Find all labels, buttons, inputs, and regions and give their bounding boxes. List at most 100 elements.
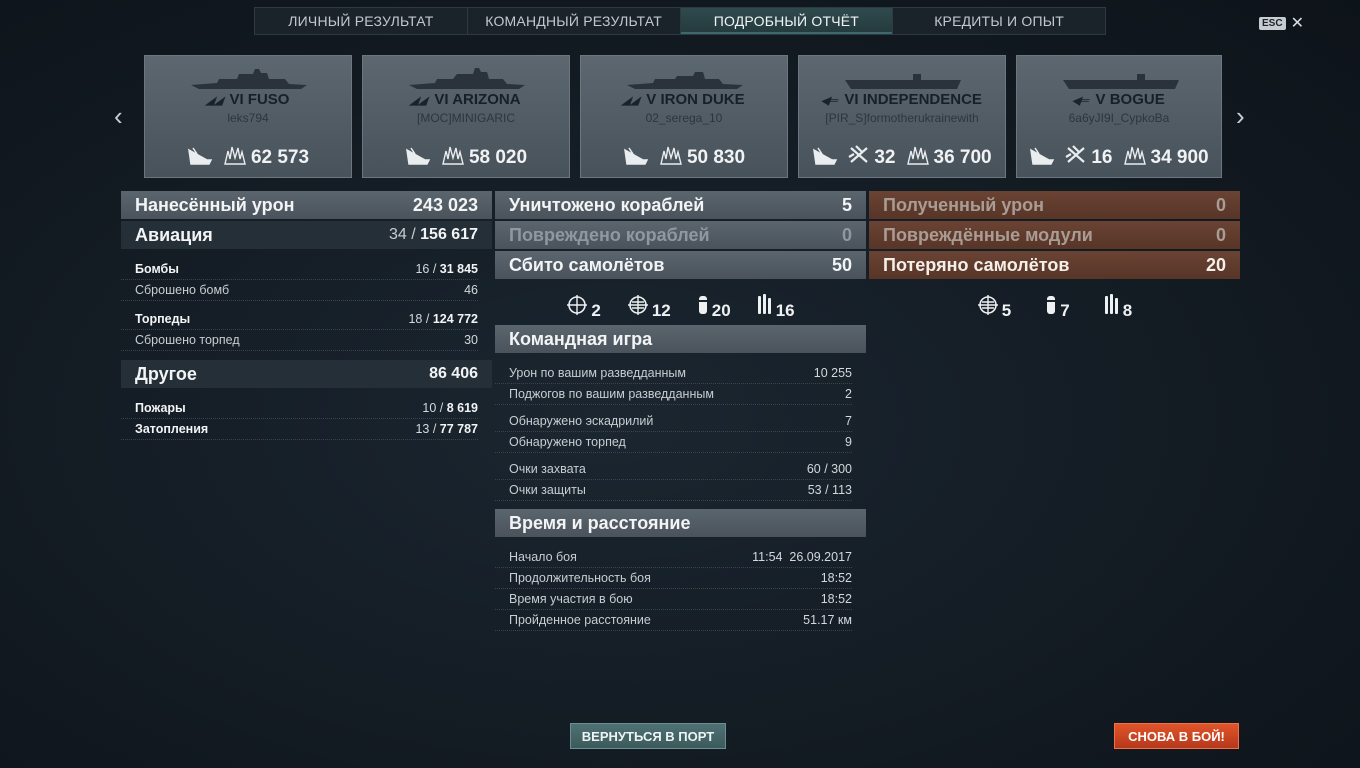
battle-duration-value: 18:52 xyxy=(820,571,852,585)
team-play-header: Командная игра xyxy=(495,325,866,353)
ship-destroyed-icon xyxy=(623,146,649,171)
bombs-hits: 16 xyxy=(415,262,430,276)
dive-bomber-icon xyxy=(697,294,709,321)
ship-card[interactable]: ◢◢ VI ARIZONA [MOC]MINIGARIC 58 020 xyxy=(362,55,570,178)
ship-damage: 34 900 xyxy=(1150,147,1209,168)
ship-tier: V xyxy=(646,91,657,108)
bombs-dropped-label: Сброшено бомб xyxy=(135,283,230,297)
time-distance-title: Время и расстояние xyxy=(509,512,691,533)
tab-personal-result[interactable]: ЛИЧНЫЙ РЕЗУЛЬТАТ xyxy=(255,8,468,34)
torpedoes-dropped-label: Сброшено торпед xyxy=(135,333,240,347)
damage-received-row: Полученный урон 0 xyxy=(869,191,1240,219)
plane-shot-down-icon xyxy=(1065,145,1087,171)
player-name: [PIR_S]formotherukrainewith xyxy=(825,111,979,125)
ship-name: BOGUE xyxy=(1109,91,1165,108)
torpedoes-damage: 124 772 xyxy=(432,312,478,326)
ships-destroyed-value: 5 xyxy=(841,194,852,215)
ship-damage: 50 830 xyxy=(686,147,746,168)
carrier-class-icon: ◀═ xyxy=(1070,95,1092,107)
fires-count: 10 xyxy=(422,401,437,415)
aviation-damage: 156 617 xyxy=(420,226,478,243)
battleship-silhouette-icon xyxy=(191,69,307,89)
ships-damaged-value: 0 xyxy=(841,224,852,245)
squadrons-spotted-label: Обнаружено эскадрилий xyxy=(509,414,654,428)
prev-arrow-icon[interactable]: ‹ xyxy=(114,101,123,132)
close-icon: ✕ xyxy=(1290,15,1304,32)
bombs-dropped-value: 46 xyxy=(464,283,478,297)
close-button[interactable]: ESC ✕ xyxy=(1259,13,1304,33)
battleship-class-icon: ◢◢ xyxy=(409,95,431,107)
damage-received-panel: Полученный урон 0 Повреждённые модули 0 … xyxy=(869,191,1240,321)
time-in-battle-value: 18:52 xyxy=(820,592,852,606)
fighter-icon xyxy=(566,294,588,321)
capture-points-value: 60 / 300 xyxy=(806,462,852,476)
damage-icon xyxy=(906,145,930,171)
torpedoes-spotted-value: 9 xyxy=(845,435,852,449)
torpedo-bomber-icon xyxy=(1104,294,1120,321)
damage-icon xyxy=(223,145,247,171)
fighter-squadron-icon xyxy=(627,294,649,321)
planes-lost-value: 20 xyxy=(1205,254,1226,275)
bombs-label: Бомбы xyxy=(135,262,179,276)
battle-again-button[interactable]: СНОВА В БОЙ! xyxy=(1114,723,1239,749)
damaged-modules-row: Повреждённые модули 0 xyxy=(869,221,1240,249)
planes-shot-down: 16 xyxy=(1091,147,1113,168)
planes-shot-down-row: Сбито самолётов 50 xyxy=(495,251,866,279)
spotting-damage-value: 10 255 xyxy=(813,366,852,380)
torpedoes-hits: 18 xyxy=(408,312,423,326)
planes-lost-label: Потеряно самолётов xyxy=(883,254,1070,275)
return-to-port-button[interactable]: ВЕРНУТЬСЯ В ПОРТ xyxy=(570,723,726,749)
battleship-class-icon: ◢◢ xyxy=(204,95,226,107)
torpedo-bomber-count: 16 xyxy=(775,301,795,320)
capture-points-label: Очки захвата xyxy=(509,462,586,476)
damage-icon xyxy=(659,145,683,171)
ship-tier: V xyxy=(1095,91,1106,108)
esc-key-label: ESC xyxy=(1259,16,1286,30)
damage-dealt-header: Нанесённый урон 243 023 xyxy=(121,191,492,219)
next-arrow-icon[interactable]: › xyxy=(1236,101,1245,132)
fires-label: Пожары xyxy=(135,401,186,415)
time-in-battle-row: Время участия в бою 18:52 xyxy=(495,589,852,610)
ship-card[interactable]: ◢◢ V IRON DUKE 02_serega_10 50 830 xyxy=(580,55,788,178)
defense-points-label: Очки защиты xyxy=(509,483,586,497)
other-damage-label: Другое xyxy=(135,363,197,384)
ship-destroyed-icon xyxy=(187,146,213,171)
ships-damaged-row: Повреждено кораблей 0 xyxy=(495,221,866,249)
tab-credits-xp[interactable]: КРЕДИТЫ И ОПЫТ xyxy=(893,8,1105,34)
tab-detailed-report[interactable]: ПОДРОБНЫЙ ОТЧЁТ xyxy=(680,8,894,34)
damaged-modules-value: 0 xyxy=(1215,224,1226,245)
tab-team-result[interactable]: КОМАНДНЫЙ РЕЗУЛЬТАТ xyxy=(468,8,681,34)
player-name: 6a6yJI9I_CypkoBa xyxy=(1068,111,1170,125)
fighter-squadron-icon xyxy=(977,294,999,321)
ship-card[interactable]: ◀═ VI INDEPENDENCE [PIR_S]formotherukrain… xyxy=(798,55,1006,178)
squadrons-spotted-row: Обнаружено эскадрилий 7 xyxy=(495,411,852,432)
damage-dealt-total: 243 023 xyxy=(412,194,478,215)
carrier-silhouette-icon xyxy=(845,74,961,89)
ship-card[interactable]: ◢◢ VI FUSO leks794 62 573 xyxy=(144,55,352,178)
ship-damage: 62 573 xyxy=(250,147,310,168)
spotting-fires-value: 2 xyxy=(845,387,852,401)
ship-damage: 36 700 xyxy=(933,147,992,168)
damage-icon xyxy=(441,145,465,171)
distance-value: 51.17 км xyxy=(803,613,852,627)
ship-name: IRON DUKE xyxy=(660,91,745,108)
planes-shot-down-value: 50 xyxy=(831,254,852,275)
floods-label: Затопления xyxy=(135,422,209,436)
torpedo-bomber-icon xyxy=(757,294,773,321)
fires-row: Пожары 10 / 8 619 xyxy=(121,398,478,419)
carrier-class-icon: ◀═ xyxy=(819,95,841,107)
team-play-title: Командная игра xyxy=(509,328,653,349)
ship-destroyed-icon xyxy=(405,146,431,171)
ship-tier: VI xyxy=(844,91,859,108)
ship-damage: 58 020 xyxy=(468,147,528,168)
player-name: 02_serega_10 xyxy=(645,111,723,125)
ship-tier: VI xyxy=(229,91,244,108)
ship-card[interactable]: ◀═ V BOGUE 6a6yJI9I_CypkoBa 16 34 900 xyxy=(1016,55,1222,178)
dive-bombers-lost-count: 7 xyxy=(1060,301,1070,320)
time-in-battle-label: Время участия в бою xyxy=(509,592,633,606)
spotting-damage-label: Урон по вашим разведданным xyxy=(509,366,686,380)
planes-lost-breakdown: 5 7 8 xyxy=(869,281,1240,321)
distance-label: Пройденное расстояние xyxy=(509,613,651,627)
capture-points-row: Очки захвата 60 / 300 xyxy=(495,459,852,480)
torpedoes-spotted-label: Обнаружено торпед xyxy=(509,435,626,449)
